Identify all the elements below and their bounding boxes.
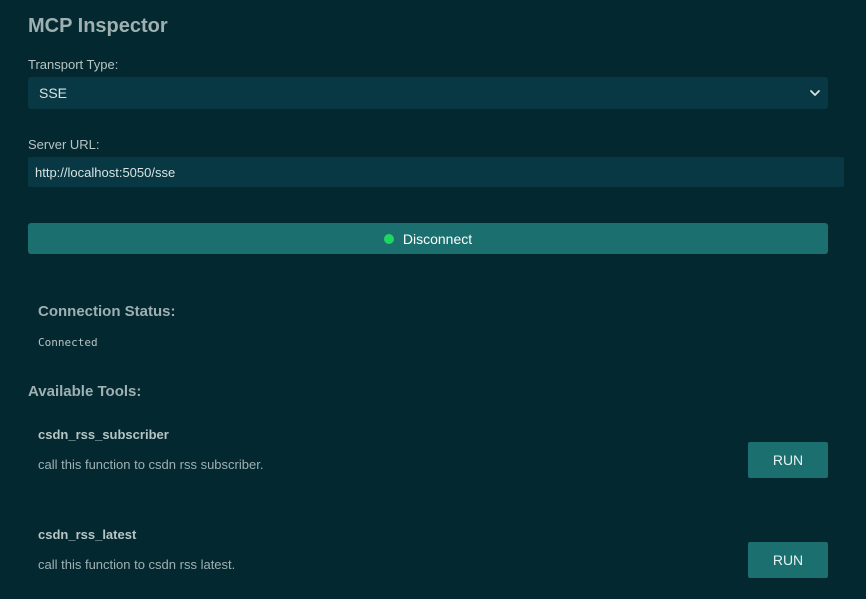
connected-status-dot-icon: [383, 233, 394, 244]
transport-type-value: SSE: [39, 85, 68, 101]
tool-description: call this function to csdn rss latest.: [38, 557, 236, 572]
run-tool-button[interactable]: RUN: [748, 442, 828, 478]
tool-name: csdn_rss_subscriber: [38, 427, 169, 442]
server-url-label: Server URL:: [28, 137, 100, 152]
server-url-input[interactable]: [28, 157, 844, 187]
run-tool-button[interactable]: RUN: [748, 542, 828, 578]
disconnect-button-label: Disconnect: [402, 230, 473, 247]
tool-name: csdn_rss_latest: [38, 527, 137, 542]
transport-type-select[interactable]: SSE: [28, 77, 828, 109]
mcp-inspector-page: MCP Inspector Transport Type: SSE Server…: [0, 0, 866, 599]
disconnect-button[interactable]: Disconnect: [28, 223, 828, 254]
available-tools-heading: Available Tools:: [28, 383, 142, 400]
chevron-down-icon: [810, 90, 820, 96]
connection-status-text: Connected: [38, 336, 98, 349]
connection-status-heading: Connection Status:: [38, 303, 176, 320]
run-button-label: RUN: [772, 552, 804, 568]
tool-description: call this function to csdn rss subscribe…: [38, 457, 264, 472]
run-button-label: RUN: [772, 452, 804, 468]
page-title: MCP Inspector: [28, 15, 168, 37]
transport-type-label: Transport Type:: [28, 57, 119, 72]
